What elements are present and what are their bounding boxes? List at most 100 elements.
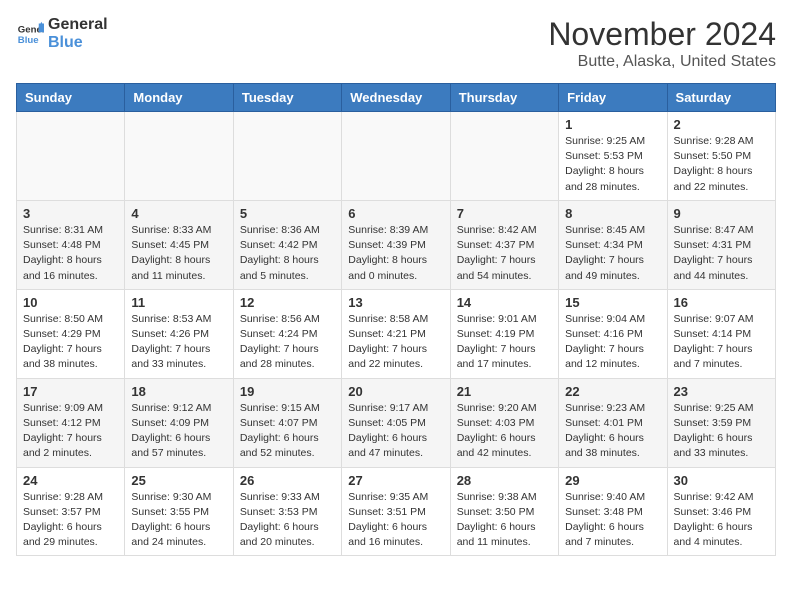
day-cell: 19 Sunrise: 9:15 AM Sunset: 4:07 PM Dayli… <box>233 378 341 467</box>
day-cell: 16Sunrise: 9:07 AM Sunset: 4:14 PM Dayli… <box>667 289 775 378</box>
page-header: General Blue General Blue November 2024 … <box>16 16 776 71</box>
day-info: Sunrise: 9:28 AM Sunset: 3:57 PM Dayligh… <box>23 490 118 551</box>
day-number: 11 <box>131 295 226 310</box>
day-cell: 18 Sunrise: 9:12 AM Sunset: 4:09 PM Dayli… <box>125 378 233 467</box>
logo-icon: General Blue <box>16 20 44 48</box>
day-cell <box>125 112 233 201</box>
page-subtitle: Butte, Alaska, United States <box>548 53 776 71</box>
day-cell <box>450 112 558 201</box>
day-number: 5 <box>240 206 335 221</box>
day-info: Sunrise: 9:33 AM Sunset: 3:53 PM Dayligh… <box>240 490 335 551</box>
day-info: Sunrise: 9:42 AM Sunset: 3:46 PM Dayligh… <box>674 490 769 551</box>
day-number: 13 <box>348 295 443 310</box>
calendar-header: SundayMondayTuesdayWednesdayThursdayFrid… <box>17 84 776 112</box>
day-info: Sunrise: 9:25 AM Sunset: 5:53 PM Dayligh… <box>565 134 660 195</box>
day-number: 1 <box>565 117 660 132</box>
calendar-body: 1 Sunrise: 9:25 AM Sunset: 5:53 PM Daylig… <box>17 112 776 556</box>
day-cell: 14 Sunrise: 9:01 AM Sunset: 4:19 PM Dayli… <box>450 289 558 378</box>
day-cell: 22 Sunrise: 9:23 AM Sunset: 4:01 PM Dayli… <box>559 378 667 467</box>
day-info: Sunrise: 8:50 AM Sunset: 4:29 PM Dayligh… <box>23 312 118 373</box>
day-cell: 9 Sunrise: 8:47 AM Sunset: 4:31 PM Daylig… <box>667 200 775 289</box>
week-row-3: 10 Sunrise: 8:50 AM Sunset: 4:29 PM Dayli… <box>17 289 776 378</box>
day-info: Sunrise: 8:42 AM Sunset: 4:37 PM Dayligh… <box>457 223 552 284</box>
day-cell: 7 Sunrise: 8:42 AM Sunset: 4:37 PM Daylig… <box>450 200 558 289</box>
day-info: Sunrise: 9:09 AM Sunset: 4:12 PM Dayligh… <box>23 401 118 462</box>
day-number: 7 <box>457 206 552 221</box>
day-info: Sunrise: 8:31 AM Sunset: 4:48 PM Dayligh… <box>23 223 118 284</box>
day-info: Sunrise: 9:25 AM Sunset: 3:59 PM Dayligh… <box>674 401 769 462</box>
svg-text:Blue: Blue <box>18 34 39 45</box>
day-cell: 8 Sunrise: 8:45 AM Sunset: 4:34 PM Daylig… <box>559 200 667 289</box>
day-info: Sunrise: 8:36 AM Sunset: 4:42 PM Dayligh… <box>240 223 335 284</box>
day-number: 19 <box>240 384 335 399</box>
day-cell <box>233 112 341 201</box>
day-cell: 27 Sunrise: 9:35 AM Sunset: 3:51 PM Dayli… <box>342 467 450 556</box>
day-number: 3 <box>23 206 118 221</box>
calendar-table: SundayMondayTuesdayWednesdayThursdayFrid… <box>16 83 776 556</box>
header-cell-sunday: Sunday <box>17 84 125 112</box>
day-info: Sunrise: 9:20 AM Sunset: 4:03 PM Dayligh… <box>457 401 552 462</box>
day-info: Sunrise: 9:40 AM Sunset: 3:48 PM Dayligh… <box>565 490 660 551</box>
day-number: 12 <box>240 295 335 310</box>
day-cell: 28Sunrise: 9:38 AM Sunset: 3:50 PM Dayli… <box>450 467 558 556</box>
day-info: Sunrise: 9:04 AM Sunset: 4:16 PM Dayligh… <box>565 312 660 373</box>
day-cell: 15 Sunrise: 9:04 AM Sunset: 4:16 PM Dayli… <box>559 289 667 378</box>
day-number: 29 <box>565 473 660 488</box>
day-cell: 5 Sunrise: 8:36 AM Sunset: 4:42 PM Daylig… <box>233 200 341 289</box>
day-info: Sunrise: 9:01 AM Sunset: 4:19 PM Dayligh… <box>457 312 552 373</box>
day-cell: 21Sunrise: 9:20 AM Sunset: 4:03 PM Dayli… <box>450 378 558 467</box>
header-cell-thursday: Thursday <box>450 84 558 112</box>
day-number: 10 <box>23 295 118 310</box>
day-cell: 6 Sunrise: 8:39 AM Sunset: 4:39 PM Daylig… <box>342 200 450 289</box>
header-row: SundayMondayTuesdayWednesdayThursdayFrid… <box>17 84 776 112</box>
day-cell: 2 Sunrise: 9:28 AM Sunset: 5:50 PM Daylig… <box>667 112 775 201</box>
day-info: Sunrise: 8:45 AM Sunset: 4:34 PM Dayligh… <box>565 223 660 284</box>
day-info: Sunrise: 9:30 AM Sunset: 3:55 PM Dayligh… <box>131 490 226 551</box>
logo-general-text: General <box>48 16 108 34</box>
week-row-5: 24 Sunrise: 9:28 AM Sunset: 3:57 PM Dayli… <box>17 467 776 556</box>
day-number: 30 <box>674 473 769 488</box>
day-number: 22 <box>565 384 660 399</box>
day-number: 18 <box>131 384 226 399</box>
day-cell: 11 Sunrise: 8:53 AM Sunset: 4:26 PM Dayli… <box>125 289 233 378</box>
day-info: Sunrise: 9:12 AM Sunset: 4:09 PM Dayligh… <box>131 401 226 462</box>
logo-blue-text: Blue <box>48 34 108 52</box>
day-cell: 30 Sunrise: 9:42 AM Sunset: 3:46 PM Dayli… <box>667 467 775 556</box>
day-info: Sunrise: 8:56 AM Sunset: 4:24 PM Dayligh… <box>240 312 335 373</box>
day-cell: 13 Sunrise: 8:58 AM Sunset: 4:21 PM Dayli… <box>342 289 450 378</box>
day-info: Sunrise: 9:35 AM Sunset: 3:51 PM Dayligh… <box>348 490 443 551</box>
header-cell-wednesday: Wednesday <box>342 84 450 112</box>
title-block: November 2024 Butte, Alaska, United Stat… <box>548 16 776 71</box>
day-cell: 26 Sunrise: 9:33 AM Sunset: 3:53 PM Dayli… <box>233 467 341 556</box>
day-info: Sunrise: 8:33 AM Sunset: 4:45 PM Dayligh… <box>131 223 226 284</box>
day-number: 2 <box>674 117 769 132</box>
day-number: 26 <box>240 473 335 488</box>
day-info: Sunrise: 9:28 AM Sunset: 5:50 PM Dayligh… <box>674 134 769 195</box>
day-cell: 25Sunrise: 9:30 AM Sunset: 3:55 PM Dayli… <box>125 467 233 556</box>
day-number: 24 <box>23 473 118 488</box>
day-info: Sunrise: 9:38 AM Sunset: 3:50 PM Dayligh… <box>457 490 552 551</box>
day-number: 15 <box>565 295 660 310</box>
day-number: 8 <box>565 206 660 221</box>
week-row-2: 3 Sunrise: 8:31 AM Sunset: 4:48 PM Daylig… <box>17 200 776 289</box>
day-info: Sunrise: 8:39 AM Sunset: 4:39 PM Dayligh… <box>348 223 443 284</box>
header-cell-friday: Friday <box>559 84 667 112</box>
day-info: Sunrise: 9:15 AM Sunset: 4:07 PM Dayligh… <box>240 401 335 462</box>
day-cell <box>342 112 450 201</box>
day-info: Sunrise: 9:23 AM Sunset: 4:01 PM Dayligh… <box>565 401 660 462</box>
day-number: 27 <box>348 473 443 488</box>
day-info: Sunrise: 8:47 AM Sunset: 4:31 PM Dayligh… <box>674 223 769 284</box>
day-number: 14 <box>457 295 552 310</box>
day-number: 9 <box>674 206 769 221</box>
day-number: 23 <box>674 384 769 399</box>
day-cell: 10 Sunrise: 8:50 AM Sunset: 4:29 PM Dayli… <box>17 289 125 378</box>
day-cell: 17Sunrise: 9:09 AM Sunset: 4:12 PM Dayli… <box>17 378 125 467</box>
week-row-4: 17Sunrise: 9:09 AM Sunset: 4:12 PM Dayli… <box>17 378 776 467</box>
logo: General Blue General Blue <box>16 16 108 51</box>
week-row-1: 1 Sunrise: 9:25 AM Sunset: 5:53 PM Daylig… <box>17 112 776 201</box>
day-info: Sunrise: 8:58 AM Sunset: 4:21 PM Dayligh… <box>348 312 443 373</box>
day-info: Sunrise: 8:53 AM Sunset: 4:26 PM Dayligh… <box>131 312 226 373</box>
day-number: 6 <box>348 206 443 221</box>
day-number: 4 <box>131 206 226 221</box>
header-cell-monday: Monday <box>125 84 233 112</box>
